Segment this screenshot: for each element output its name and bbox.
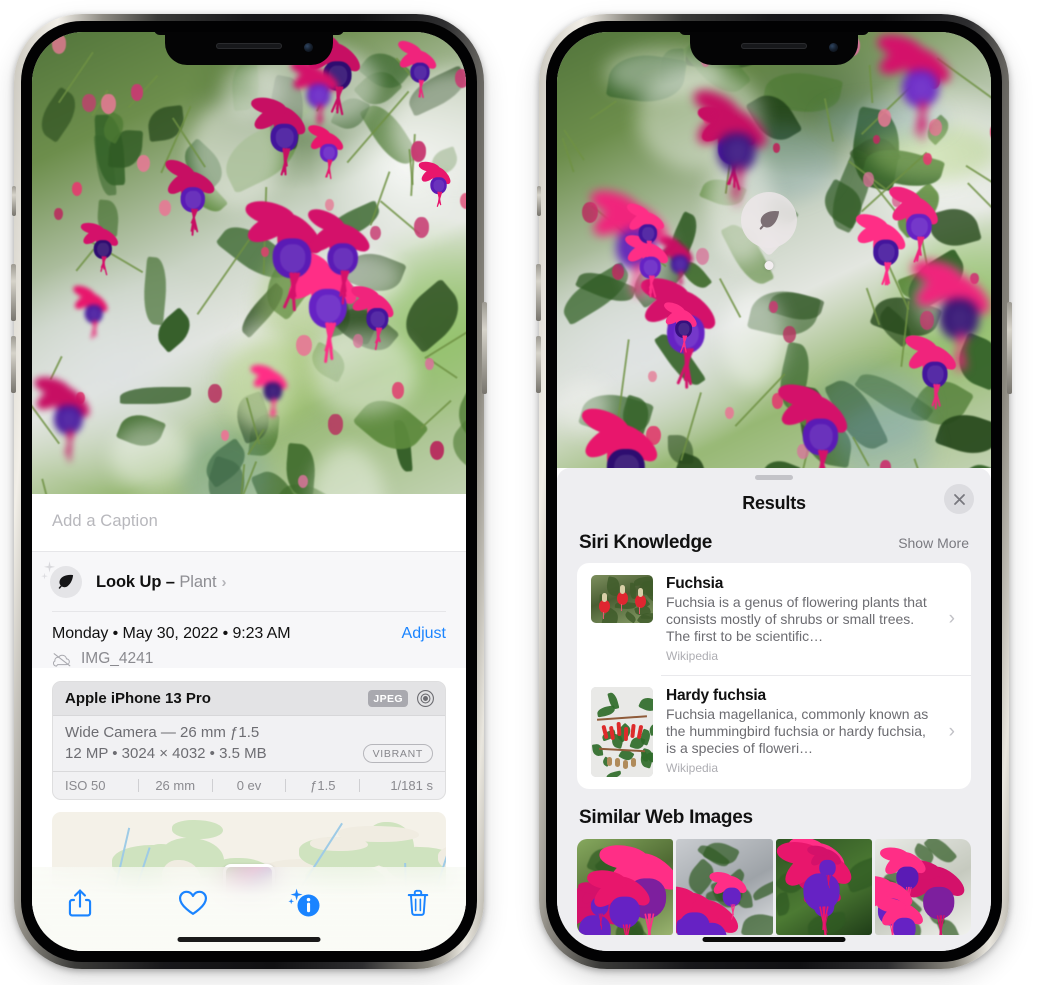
- exif-device-name: Apple iPhone 13 Pro: [65, 690, 211, 707]
- close-icon: [953, 493, 965, 505]
- share-icon: [68, 889, 92, 917]
- exif-exposure: 0 ev: [236, 778, 262, 793]
- look-up-text: Look Up: [96, 572, 162, 591]
- icloud-slash-icon: [52, 652, 71, 667]
- exif-card: Apple iPhone 13 Pro JPEG Wide Camera — 2…: [52, 681, 446, 800]
- right-screen: Results Siri Knowledge Show More Fuchsia…: [557, 32, 991, 951]
- earpiece-speaker: [216, 43, 282, 49]
- chevron-right-icon: ›: [948, 608, 955, 629]
- visual-lookup-badge[interactable]: [741, 192, 797, 270]
- knowledge-description: Fuchsia magellanica, commonly known as t…: [666, 706, 929, 756]
- photo-metadata: Monday • May 30, 2022 • 9:23 AM Adjust I…: [32, 612, 466, 668]
- photo-fuchsia-image[interactable]: [32, 32, 466, 494]
- look-up-row[interactable]: Look Up – Plant ›: [32, 552, 466, 612]
- home-indicator-right[interactable]: [702, 937, 846, 942]
- leaf-icon: [759, 210, 779, 230]
- power-button[interactable]: [482, 302, 487, 394]
- thumbnail-hardy-fuchsia: [591, 687, 653, 777]
- thumbnail-fuchsia: [591, 575, 653, 623]
- knowledge-row-hardy-fuchsia[interactable]: Hardy fuchsia Fuchsia magellanica, commo…: [577, 675, 971, 789]
- knowledge-title: Fuchsia: [666, 575, 724, 592]
- exif-focal: 26 mm: [155, 778, 196, 793]
- earpiece-speaker-right: [741, 43, 807, 49]
- close-button[interactable]: [944, 484, 974, 514]
- front-camera: [304, 43, 313, 52]
- left-screen: Add a Caption Look Up – Plant › Monday •…: [32, 32, 466, 951]
- results-title: Results: [742, 492, 806, 513]
- heart-icon: [178, 890, 207, 915]
- file-name: IMG_4241: [81, 650, 154, 667]
- show-more-button[interactable]: Show More: [898, 535, 969, 551]
- exif-lens: Wide Camera — 26 mm ƒ1.5: [65, 724, 260, 741]
- chevron-right-icon: ›: [221, 573, 227, 591]
- leaf-icon: [41, 561, 82, 598]
- power-button-right[interactable]: [1007, 302, 1012, 394]
- look-up-dash: –: [161, 572, 180, 591]
- volume-down-button[interactable]: [11, 336, 16, 393]
- home-indicator[interactable]: [177, 937, 321, 942]
- exif-size: 12 MP • 3024 × 4032 • 3.5 MB: [65, 745, 267, 762]
- front-camera-right: [829, 43, 838, 52]
- chevron-right-icon: ›: [948, 721, 955, 742]
- delete-button[interactable]: [396, 881, 440, 925]
- similar-web-image[interactable]: [676, 839, 773, 935]
- volume-up-button-right[interactable]: [536, 264, 541, 321]
- exif-shutter: 1/181 s: [390, 778, 433, 793]
- notch: [165, 32, 333, 65]
- knowledge-source: Wikipedia: [666, 761, 719, 775]
- similar-web-images-title: Similar Web Images: [579, 807, 753, 828]
- left-bezel: Add a Caption Look Up – Plant › Monday •…: [21, 21, 477, 962]
- knowledge-title: Hardy fuchsia: [666, 687, 766, 704]
- volume-up-button[interactable]: [11, 264, 16, 321]
- info-sparkle-icon: [288, 888, 320, 917]
- format-badge: JPEG: [368, 690, 408, 707]
- leaf-glyph: [58, 574, 74, 589]
- siri-knowledge-card: Fuchsia Fuchsia is a genus of flowering …: [577, 563, 971, 789]
- similar-web-image[interactable]: [577, 839, 674, 935]
- exif-iso: ISO 50: [65, 778, 106, 793]
- mute-switch[interactable]: [12, 186, 16, 216]
- lookup-anchor-dot: [764, 261, 774, 270]
- capture-date: Monday • May 30, 2022 • 9:23 AM: [52, 625, 291, 642]
- iphone-right-device: Results Siri Knowledge Show More Fuchsia…: [536, 14, 1012, 969]
- knowledge-source: Wikipedia: [666, 649, 719, 663]
- volume-down-button-right[interactable]: [536, 336, 541, 393]
- favorite-button[interactable]: [171, 881, 215, 925]
- caption-input[interactable]: Add a Caption: [32, 494, 466, 552]
- look-up-subject: Plant: [179, 572, 217, 591]
- similar-web-image[interactable]: [775, 839, 872, 935]
- sparkle-small-icon: [41, 572, 48, 580]
- knowledge-row-fuchsia[interactable]: Fuchsia Fuchsia is a genus of flowering …: [577, 563, 971, 675]
- siri-knowledge-title: Siri Knowledge: [579, 532, 713, 553]
- notch-right: [690, 32, 858, 65]
- info-button[interactable]: [283, 881, 327, 925]
- knowledge-description: Fuchsia is a genus of flowering plants t…: [666, 594, 927, 644]
- photographic-style-badge: VIBRANT: [362, 744, 433, 763]
- screenshot-canvas: Add a Caption Look Up – Plant › Monday •…: [0, 0, 1055, 985]
- share-button[interactable]: [58, 881, 102, 925]
- iphone-left-device: Add a Caption Look Up – Plant › Monday •…: [11, 14, 487, 969]
- exif-aperture: ƒ1.5: [310, 778, 336, 793]
- trash-icon: [407, 889, 429, 916]
- adjust-button[interactable]: Adjust: [402, 625, 446, 643]
- similar-web-image[interactable]: [874, 839, 971, 935]
- mute-switch-right[interactable]: [537, 186, 541, 216]
- right-bezel: Results Siri Knowledge Show More Fuchsia…: [546, 21, 1002, 962]
- aperture-icon: [417, 690, 434, 707]
- results-sheet: Results Siri Knowledge Show More Fuchsia…: [557, 468, 991, 951]
- look-up-label: Look Up – Plant ›: [96, 573, 226, 592]
- exif-settings-row: ISO 50 26 mm 0 ev ƒ1.5 1/181 s: [53, 771, 445, 799]
- similar-web-images-row[interactable]: [557, 839, 991, 935]
